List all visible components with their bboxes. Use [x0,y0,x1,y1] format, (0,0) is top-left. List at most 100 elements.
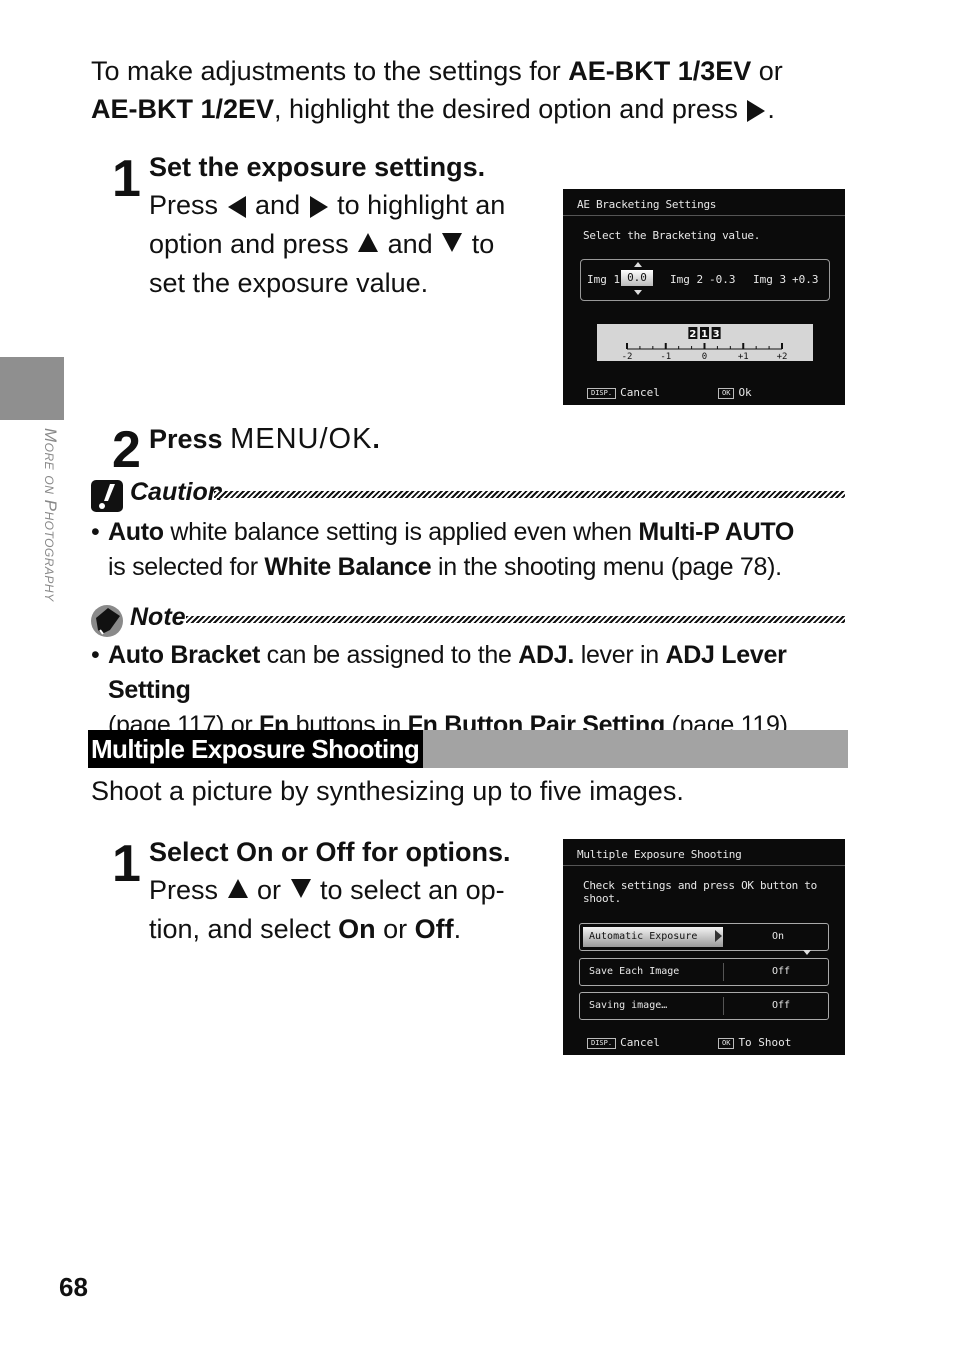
separator [723,997,724,1015]
img-1-value[interactable]: 0.0 [621,270,653,286]
ok-key-icon: OK [718,1037,735,1049]
bold-text: Auto [108,518,164,546]
text: Press [149,424,231,454]
text: to select an op- [312,875,505,905]
row-value: On [772,931,785,942]
text: option and press [149,229,357,259]
caution-bullet: • Auto white balance setting is applied … [91,515,853,585]
separator [723,963,724,981]
step-1: Set the exposure settings. Press and to … [149,148,559,303]
note-title: Note [130,603,186,631]
text: . [372,424,380,454]
img-label: Img 2 [670,273,704,286]
note-rule [186,616,845,623]
text: or [375,914,415,944]
text: . [453,914,462,944]
bracket-marker-label: 1 [701,329,708,340]
cancel-hint: DISP. Cancel [587,386,660,399]
intro-bold: AE-BKT 1/2EV [91,94,275,124]
scale-tick-label: 0 [702,352,707,361]
row-label: Automatic Exposure [589,931,698,942]
down-arrow-icon [803,950,811,955]
img-2-value[interactable]: -0.3 [709,273,736,286]
text: Press [149,190,226,220]
row-label: Saving image… [589,1000,668,1011]
bullet: • [91,641,100,669]
text: tion, and select [149,914,339,944]
scale-tick-label: +2 [777,352,788,361]
step-text: Press or to select an op- tion, and sele… [149,871,559,949]
menu-row-save-each-image[interactable]: Save Each Image Off [579,958,829,986]
row-value: Off [772,966,791,977]
ok-label: To Shoot [738,1036,792,1049]
text: and [247,190,308,220]
screen-title: Multiple Exposure Shooting [577,848,742,861]
caution-icon [90,479,124,513]
screen-message: Select the Bracketing value. [583,229,761,242]
camera-screen-ae-bracketing: AE Bracketing Settings Select the Bracke… [563,189,845,405]
exposure-scale: -2 -1 0 +1 +2 2 1 3 [597,324,813,361]
caution-title: Caution [130,478,224,506]
down-arrow-icon [442,233,463,253]
menu-row-automatic-exposure[interactable]: Automatic Exposure On [579,923,829,951]
intro-bold: AE-BKT 1/3EV [568,56,752,86]
disp-key-icon: DISP. [587,1037,617,1049]
cancel-label: Cancel [620,386,660,399]
chapter-label: More on Photography [36,428,66,648]
disp-key-icon: DISP. [587,387,617,399]
menu-row-saving-image[interactable]: Saving image… Off [579,992,829,1020]
chapter-label-text: More on Photography [41,428,60,602]
step-title: Select On or Off for options. [149,837,511,867]
row-value: Off [772,1000,791,1011]
intro-paragraph: To make adjustments to the settings for … [91,52,861,128]
camera-screen-multiple-exposure: Multiple Exposure Shooting Check setting… [563,839,845,1055]
down-arrow-icon [290,879,311,899]
row-label: Save Each Image [589,966,680,977]
bullet: • [91,518,100,546]
intro-text: To make adjustments to the settings for [91,56,569,86]
page-number: 68 [59,1272,88,1302]
section-title: Multiple Exposure Shooting [88,730,424,768]
bold-text: Auto Bracket [108,641,260,669]
text: and [380,229,441,259]
up-arrow-icon [634,262,642,267]
section-intro: Shoot a picture by synthesizing up to fi… [91,776,684,806]
ok-label: Ok [738,386,752,399]
scale-tick-label: -2 [622,352,633,361]
img-3-value[interactable]: +0.3 [792,273,819,286]
img-label: Img 1 [587,273,621,286]
step-title: Set the exposure settings. [149,152,486,182]
text: can be assigned to the [260,641,519,669]
left-arrow-icon [227,195,246,218]
ok-hint: OK To Shoot [718,1036,791,1049]
text: in the shooting menu (page 78). [431,553,782,581]
cancel-label: Cancel [620,1036,660,1049]
step-number: 1 [112,835,141,893]
bold-text: White Balance [264,553,432,581]
text: white balance setting is applied even wh… [163,518,639,546]
step-select-on-off: Select On or Off for options. Press or t… [149,833,559,949]
scale-tick-label: +1 [738,352,749,361]
text: set the exposure value. [149,268,429,298]
bold-text: Off [414,914,454,944]
bold-text: Multi-P AUTO [638,518,795,546]
text: is selected for [108,553,265,581]
step-number: 2 [112,421,141,479]
scale-tick-label: -1 [660,352,671,361]
image-values-box: Img 1 0.0 Img 2 -0.3 Img 3 +0.3 [580,259,830,301]
bracket-marker-label: 2 [689,329,696,340]
chapter-tab [0,357,64,420]
text: or [249,875,289,905]
divider [563,215,845,216]
img-label: Img 3 [753,273,787,286]
step-text: Press and to highlight an option and pre… [149,186,559,303]
text: to [464,229,495,259]
intro-text: . [767,94,775,124]
cancel-hint: DISP. Cancel [587,1036,660,1049]
up-arrow-icon [227,879,248,899]
caution-rule [214,491,845,498]
screen-title: AE Bracketing Settings [577,198,717,211]
ok-hint: OK Ok [718,386,752,399]
bracket-marker-label: 3 [713,329,720,340]
bold-text: ADJ. [518,641,575,669]
